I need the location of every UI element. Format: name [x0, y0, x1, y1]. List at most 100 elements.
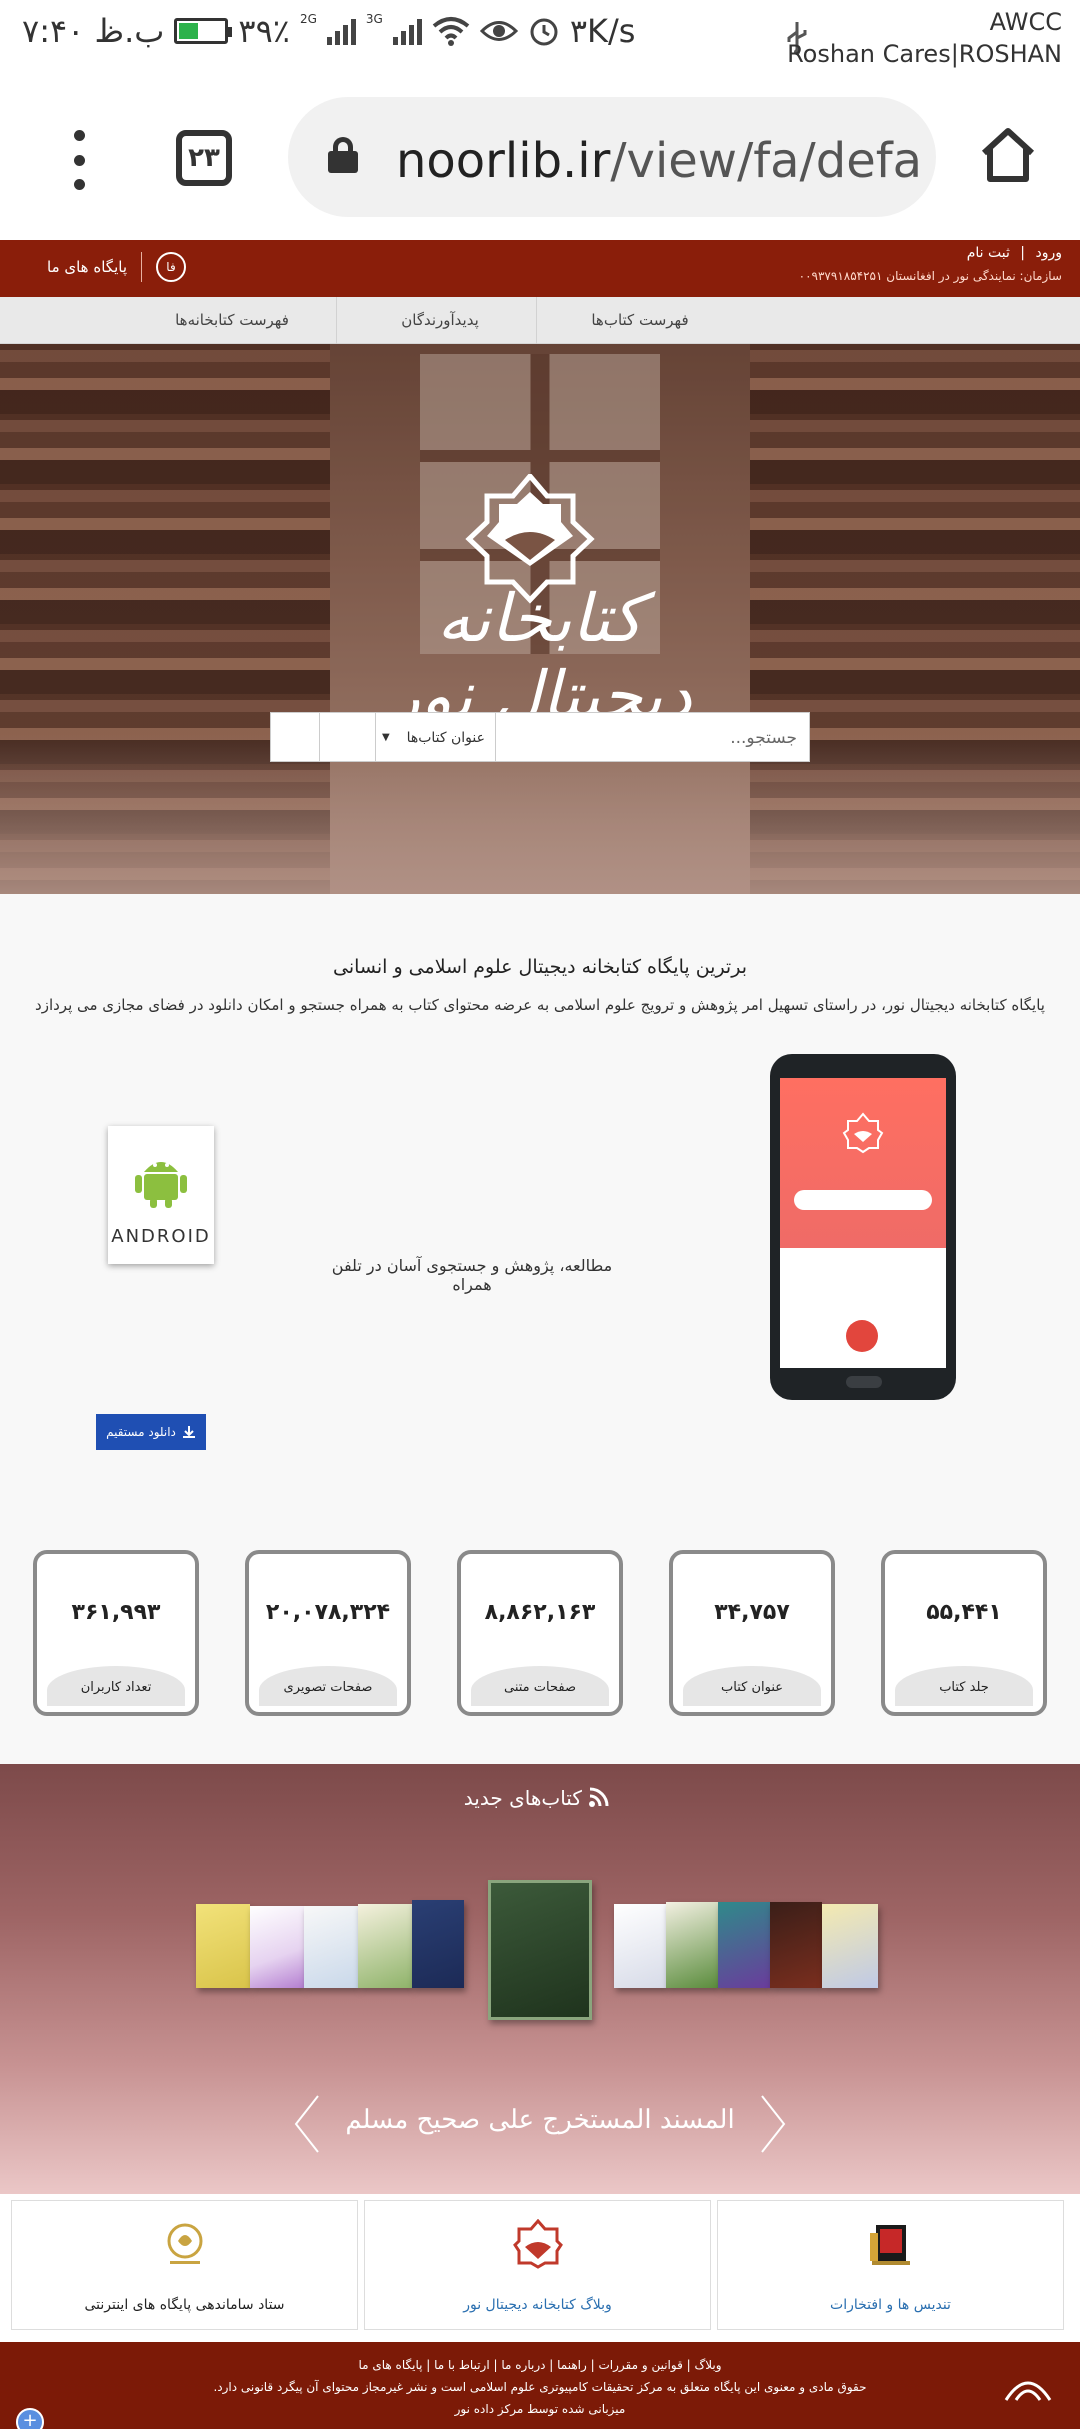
footer-logo-icon [1004, 2381, 1052, 2401]
address-path: /view/fa/defa [610, 133, 923, 189]
footer-links: وبلاگ | قوانین و مقررات | راهنما | دربار… [358, 2358, 722, 2372]
stat-value: ۳۴,۷۵۷ [714, 1600, 790, 1625]
stat-value: ۵۵,۴۴۱ [926, 1600, 1002, 1625]
carrier-secondary: Roshan Cares|ROSHAN [787, 40, 1062, 68]
footer-hosting: میزبانی شده توسط مرکز داده نور [454, 2402, 626, 2416]
status-bar: ۷:۴۰ ب.ظ ۳۹٪ 2G 3G ۳K/s AWCC Roshan Care… [0, 0, 1080, 75]
book-cover[interactable] [250, 1906, 304, 1988]
card-label: وبلاگ کتابخانه دیجیتال نور [463, 2297, 612, 2313]
download-icon [182, 1426, 195, 1438]
network-speed: ۳K/s [569, 12, 636, 50]
wifi-icon [432, 17, 470, 46]
nav-authors[interactable]: پدیدآورندگان [336, 297, 544, 344]
tab-switcher-button[interactable]: ۲۳ [176, 130, 232, 186]
stat-value: ۳۶۱,۹۹۳ [71, 1600, 161, 1625]
samandehi-logo-icon [167, 2223, 203, 2264]
signal-2g-icon [326, 17, 356, 45]
android-word: ANDROID [111, 1226, 211, 1247]
hero-search: عنوان کتاب‌ها ▼ جستجو... [270, 712, 810, 762]
book-cover[interactable] [412, 1900, 464, 1988]
browser-menu-button[interactable] [72, 130, 86, 190]
nav-divider [336, 297, 337, 344]
login-link[interactable]: ورود [1035, 245, 1062, 261]
stat-label: جلد کتاب [895, 1666, 1033, 1706]
new-books-section: کتاب‌های جدید المسند المستخرج علی صحیح م… [0, 1764, 1080, 2194]
download-label: دانلود مستقیم [106, 1425, 176, 1439]
stat-label: صفحات تصویری [259, 1666, 397, 1706]
search-options-button[interactable] [320, 712, 376, 762]
stat-image-pages: ۲۰,۰۷۸,۳۲۴ صفحات تصویری [245, 1550, 411, 1716]
auth-links: ورود | ثبت نام [967, 245, 1062, 261]
address-text[interactable]: noorlib.ir/view/fa/defa [396, 133, 922, 189]
card-samandehi[interactable]: ستاد ساماندهی پایگاه های اینترنتی [11, 2200, 358, 2330]
battery-percent: ۳۹٪ [238, 12, 290, 50]
card-label: تندیس ها و افتخارات [830, 2297, 951, 2313]
card-label: ستاد ساماندهی پایگاه های اینترنتی [84, 2297, 285, 2313]
mobile-caption: مطالعه، پژوهش و جستجوی آسان در تلفن همرا… [331, 1256, 613, 1294]
stat-label: صفحات متنی [471, 1666, 609, 1706]
awards-icon [870, 2225, 910, 2265]
home-icon[interactable] [978, 125, 1038, 185]
rss-icon [589, 1787, 609, 1807]
search-submit-button[interactable] [270, 712, 320, 762]
app-logo-icon [842, 1112, 884, 1154]
phone-mockup-image [770, 1054, 956, 1400]
clock: ۷:۴۰ ب.ظ [22, 12, 165, 50]
footer-link-blog[interactable]: وبلاگ [695, 2358, 722, 2372]
book-cover[interactable] [718, 1902, 770, 1988]
databases-menu[interactable]: پایگاه های ما [47, 258, 127, 276]
carousel-prev-arrow[interactable] [292, 2094, 322, 2154]
footer-cards: تندیس ها و افتخارات وبلاگ کتابخانه دیجیت… [0, 2194, 1080, 2342]
auth-separator: | [1020, 245, 1026, 261]
browser-toolbar: ۲۳ noorlib.ir/view/fa/defa [0, 75, 1080, 240]
footer-link-databases[interactable]: پایگاه های ما [358, 2358, 422, 2372]
register-link[interactable]: ثبت نام [967, 245, 1010, 261]
card-blog[interactable]: وبلاگ کتابخانه دیجیتال نور [364, 2200, 711, 2330]
book-cover[interactable] [666, 1902, 718, 1988]
new-books-heading: کتاب‌های جدید [463, 1786, 582, 1810]
new-books-title: کتاب‌های جدید [0, 1786, 1080, 1810]
organization-info: سازمان: نمایندگی نور در افغانستان ۰۰۹۳۷۹… [798, 269, 1062, 283]
stat-users: ۳۶۱,۹۹۳ تعداد کاربران [33, 1550, 199, 1716]
site-footer: وبلاگ | قوانین و مقررات | راهنما | دربار… [0, 2342, 1080, 2429]
stat-label: تعداد کاربران [47, 1666, 185, 1706]
search-category-select[interactable]: عنوان کتاب‌ها ▼ [376, 712, 496, 762]
network-3g-label: 3G [365, 12, 383, 26]
footer-link-about[interactable]: درباره ما [501, 2358, 545, 2372]
battery-icon [174, 18, 233, 44]
footer-link-help[interactable]: راهنما [557, 2358, 587, 2372]
stat-value: ۲۰,۰۷۸,۳۲۴ [265, 1600, 391, 1625]
nav-books[interactable]: فهرست کتاب‌ها [536, 297, 744, 344]
blog-logo-icon [513, 2219, 563, 2269]
footer-link-rules[interactable]: قوانین و مقررات [598, 2358, 682, 2372]
direct-download-button[interactable]: دانلود مستقیم [96, 1414, 206, 1450]
card-awards[interactable]: تندیس ها و افتخارات [717, 2200, 1064, 2330]
accessibility-fab-icon[interactable]: + [16, 2408, 44, 2429]
book-cover[interactable] [358, 1904, 412, 1988]
search-category-value: عنوان کتاب‌ها [406, 730, 485, 746]
language-toggle[interactable]: فا [156, 252, 186, 282]
site-header: ورود | ثبت نام سازمان: نمایندگی نور در ا… [0, 240, 1080, 297]
book-cover[interactable] [304, 1906, 358, 1988]
book-cover[interactable] [196, 1904, 250, 1988]
book-cover[interactable] [614, 1904, 666, 1988]
lock-icon [328, 137, 358, 173]
intro-section: برترین پایگاه کتابخانه دیجیتال علوم اسلا… [0, 894, 1080, 1764]
address-bar[interactable]: noorlib.ir/view/fa/defa [288, 97, 936, 217]
signal-3g-icon [392, 17, 422, 45]
network-2g-label: 2G [299, 12, 317, 26]
footer-link-contact[interactable]: ارتباط با ما [434, 2358, 490, 2372]
android-badge[interactable]: ANDROID [108, 1126, 214, 1264]
hero-banner: کتابخانه دیجیتال نور عنوان کتاب‌ها ▼ جست… [0, 344, 1080, 894]
main-nav: فهرست کتاب‌ها پدیدآورندگان فهرست کتابخان… [0, 297, 1080, 344]
chevron-down-icon: ▼ [382, 732, 390, 743]
stat-label: عنوان کتاب [683, 1666, 821, 1706]
carousel-next-arrow[interactable] [758, 2094, 788, 2154]
featured-book-cover[interactable] [488, 1880, 592, 2020]
nav-libraries[interactable]: فهرست کتابخانه‌ها [128, 297, 336, 344]
eye-icon [479, 21, 518, 41]
search-input[interactable]: جستجو... [496, 712, 810, 762]
featured-book-title[interactable]: المسند المستخرج علی صحیح مسلم [340, 2104, 740, 2136]
book-cover[interactable] [770, 1902, 822, 1988]
book-cover[interactable] [822, 1904, 878, 1988]
